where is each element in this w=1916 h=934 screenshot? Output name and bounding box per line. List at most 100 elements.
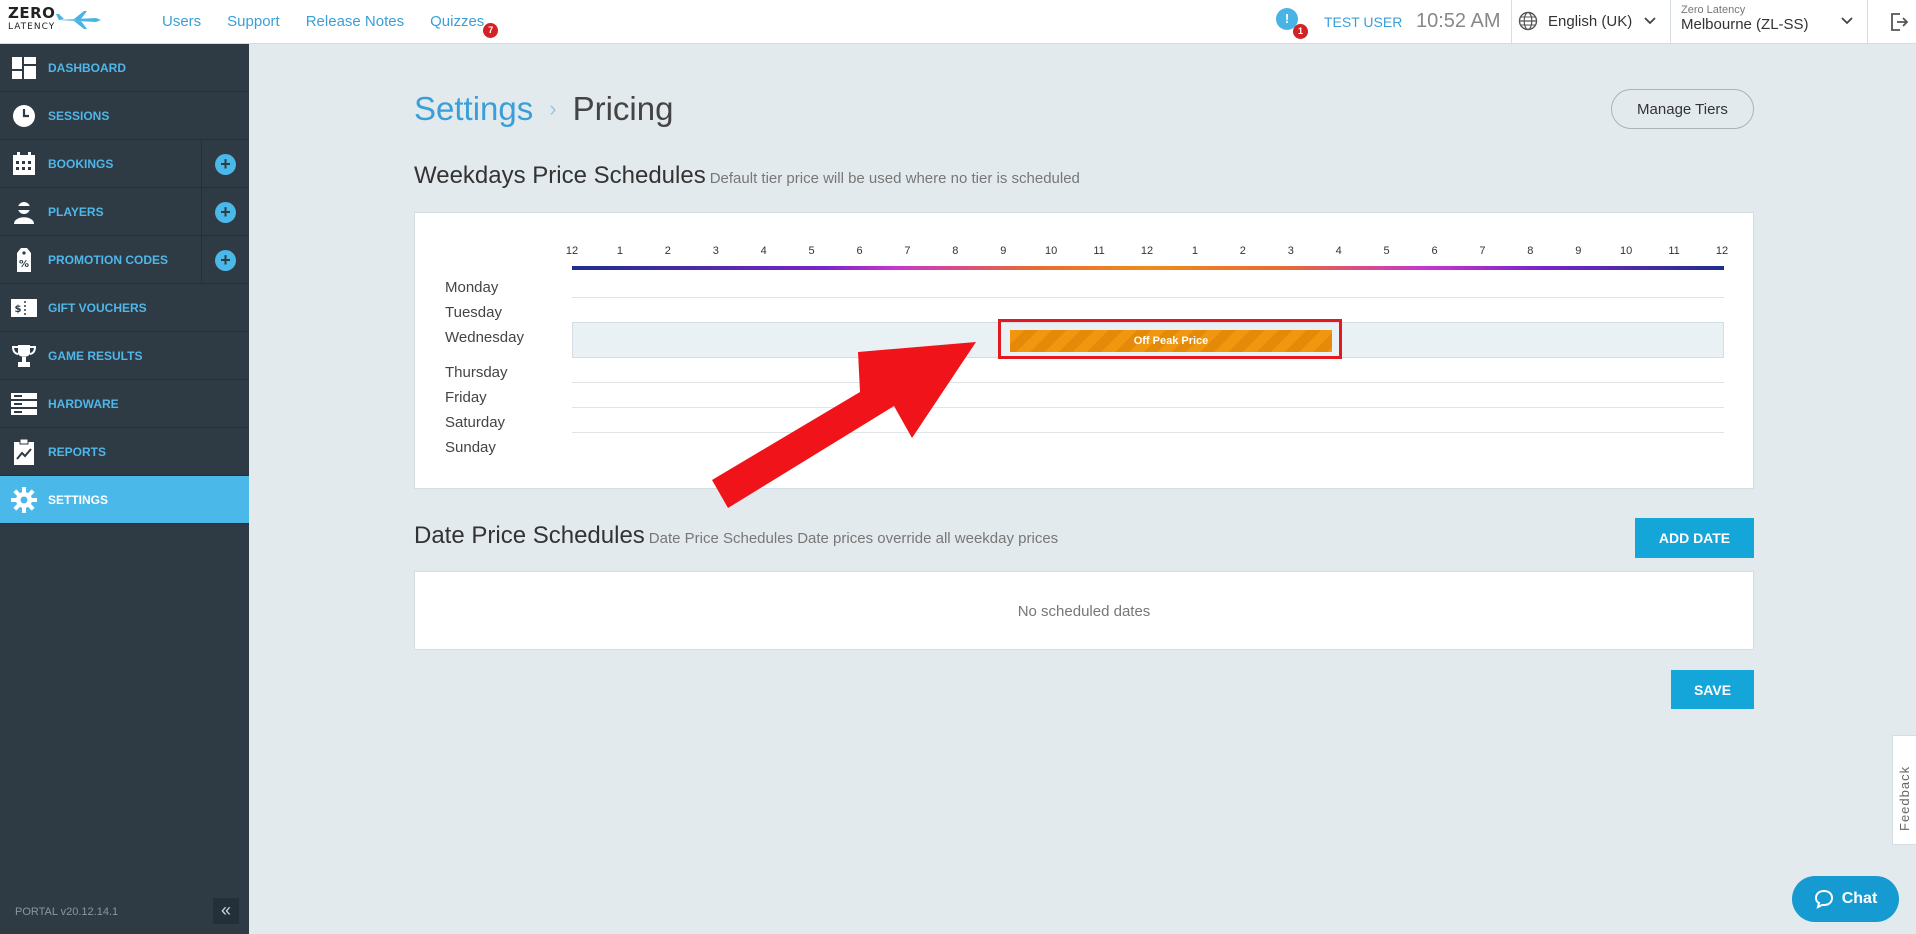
globe-icon <box>1518 11 1538 31</box>
breadcrumb-settings[interactable]: Settings <box>414 90 533 127</box>
sidebar-item-game-results[interactable]: GAME RESULTS <box>0 332 249 380</box>
hour-tick-label: 9 <box>1575 245 1582 257</box>
chat-bubble-icon <box>1814 889 1833 909</box>
plane-icon <box>56 11 101 29</box>
hour-tick-label: 8 <box>952 245 959 257</box>
sidebar-item-label: PROMOTION CODES <box>48 252 169 267</box>
add-player-button[interactable]: + <box>201 188 249 236</box>
sidebar-item-sessions[interactable]: SESSIONS <box>0 92 249 140</box>
chevron-down-icon[interactable] <box>1643 14 1657 28</box>
nav-quizzes[interactable]: Quizzes 7 <box>430 13 499 38</box>
report-icon <box>14 438 34 465</box>
page-title: Pricing <box>572 90 674 127</box>
weekday-schedule-card: 12 1 2 3 4 5 6 7 8 9 10 11 12 1 2 3 4 5 6 7 8 9 10 11 12 Monday … <box>414 212 1754 489</box>
sidebar-item-promotion-codes[interactable]: % PROMOTION CODES + <box>0 236 249 284</box>
hour-tick-label: 11 <box>1668 245 1680 257</box>
collapse-sidebar-button[interactable]: « <box>213 898 239 924</box>
save-button[interactable]: SAVE <box>1671 670 1754 709</box>
voucher-icon: $ <box>11 298 37 317</box>
divider <box>1867 0 1868 44</box>
hour-tick-label: 10 <box>1620 245 1633 257</box>
sidebar-item-label: PLAYERS <box>48 204 104 219</box>
chat-button[interactable]: Chat <box>1792 876 1899 922</box>
sidebar-item-reports[interactable]: REPORTS <box>0 428 249 476</box>
nav-support[interactable]: Support <box>227 13 280 30</box>
quiz-badge: 7 <box>483 23 499 38</box>
hour-tick-label: 11 <box>1093 245 1105 257</box>
feedback-tab[interactable]: Feedback <box>1892 735 1916 845</box>
player-icon <box>14 201 34 224</box>
hour-tick-label: 8 <box>1527 245 1534 257</box>
hour-axis: 12 1 2 3 4 5 6 7 8 9 10 11 12 1 2 3 4 5 6 7 8 9 10 11 12 <box>566 245 1728 257</box>
dates-section-title: Date Price Schedules Date Price Schedules… <box>414 522 1058 550</box>
day-label-friday: Friday <box>445 389 487 406</box>
sidebar-item-label: HARDWARE <box>48 396 119 411</box>
empty-dates-message: No scheduled dates <box>1017 603 1151 620</box>
feedback-label: Feedback <box>1897 765 1912 831</box>
hour-tick-label: 4 <box>1335 245 1342 257</box>
hour-tick-label: 9 <box>1000 245 1007 257</box>
sidebar-item-label: GAME RESULTS <box>48 348 143 363</box>
top-nav: Users Support Release Notes Quizzes 7 <box>162 13 499 38</box>
sidebar-item-settings[interactable]: SETTINGS <box>0 476 249 524</box>
hour-tick-label: 1 <box>616 245 623 257</box>
day-label-saturday: Saturday <box>445 414 506 431</box>
dates-title: Date Price Schedules <box>414 522 645 549</box>
day-label-sunday: Sunday <box>445 439 496 456</box>
logo[interactable]: ZERO LATENCY <box>8 6 101 36</box>
day-label-tuesday: Tuesday <box>445 304 502 321</box>
manage-tiers-button[interactable]: Manage Tiers <box>1611 89 1754 129</box>
gear-icon <box>11 486 37 513</box>
hour-tick-label: 7 <box>904 245 911 257</box>
hour-tick-label: 12 <box>1140 245 1154 257</box>
language-selector[interactable]: English (UK) <box>1518 11 1632 31</box>
hour-tick-label: 4 <box>760 245 767 257</box>
chevron-down-icon[interactable] <box>1840 14 1854 28</box>
sidebar-item-label: SESSIONS <box>48 108 110 123</box>
hour-tick-label: 3 <box>1287 245 1294 257</box>
sidebar-item-players[interactable]: PLAYERS + <box>0 188 249 236</box>
logout-icon[interactable] <box>1889 12 1909 32</box>
sidebar-item-gift-vouchers[interactable]: $ GIFT VOUCHERS <box>0 284 249 332</box>
top-bar: ZERO LATENCY Users Support Release Notes… <box>0 0 1916 44</box>
add-booking-button[interactable]: + <box>201 140 249 188</box>
add-date-button[interactable]: ADD DATE <box>1635 518 1754 558</box>
hour-tick-label: 5 <box>1383 245 1390 257</box>
trophy-icon <box>12 344 36 367</box>
hour-tick-label: 12 <box>1715 245 1729 257</box>
row-divider <box>572 297 1724 298</box>
location-venue: Melbourne (ZL-SS) <box>1681 16 1809 33</box>
server-icon <box>11 392 37 415</box>
sidebar-item-bookings[interactable]: BOOKINGS + <box>0 140 249 188</box>
sidebar-item-hardware[interactable]: HARDWARE <box>0 380 249 428</box>
language-label: English (UK) <box>1548 12 1633 30</box>
weekdays-section-title: Weekdays Price Schedules Default tier pri… <box>414 162 1080 190</box>
dashboard-icon <box>12 56 36 79</box>
sidebar-item-label: GIFT VOUCHERS <box>48 300 147 315</box>
divider <box>1670 0 1671 44</box>
svg-text:%: % <box>19 259 29 270</box>
day-label-monday: Monday <box>445 279 499 296</box>
location-org: Zero Latency <box>1681 4 1746 16</box>
divider <box>1511 0 1512 44</box>
sidebar-item-label: BOOKINGS <box>48 156 114 171</box>
hour-tick-label: 12 <box>565 245 579 257</box>
time-gradient-bar <box>572 266 1724 270</box>
calendar-icon <box>13 151 35 175</box>
add-promotion-button[interactable]: + <box>201 236 249 284</box>
location-selector[interactable]: Zero Latency Melbourne (ZL-SS) <box>1681 4 1809 33</box>
sidebar-item-label: SETTINGS <box>48 492 109 507</box>
dates-subtitle: Date Price Schedules Date prices overrid… <box>648 530 1059 547</box>
user-name[interactable]: TEST USER <box>1324 14 1402 30</box>
clock: 10:52 AM <box>1416 10 1501 32</box>
nav-users[interactable]: Users <box>162 13 201 30</box>
nav-release-notes[interactable]: Release Notes <box>306 13 404 30</box>
sidebar-item-dashboard[interactable]: DASHBOARD <box>0 44 249 92</box>
date-schedule-card: No scheduled dates <box>414 571 1754 650</box>
portal-version: PORTAL v20.12.14.1 <box>15 906 119 918</box>
hour-tick-label: 10 <box>1045 245 1058 257</box>
day-label-wednesday: Wednesday <box>445 329 524 346</box>
chat-label: Chat <box>1841 890 1878 907</box>
weekdays-subtitle: Default tier price will be used where no… <box>709 170 1080 187</box>
hour-tick-label: 6 <box>1431 245 1438 257</box>
